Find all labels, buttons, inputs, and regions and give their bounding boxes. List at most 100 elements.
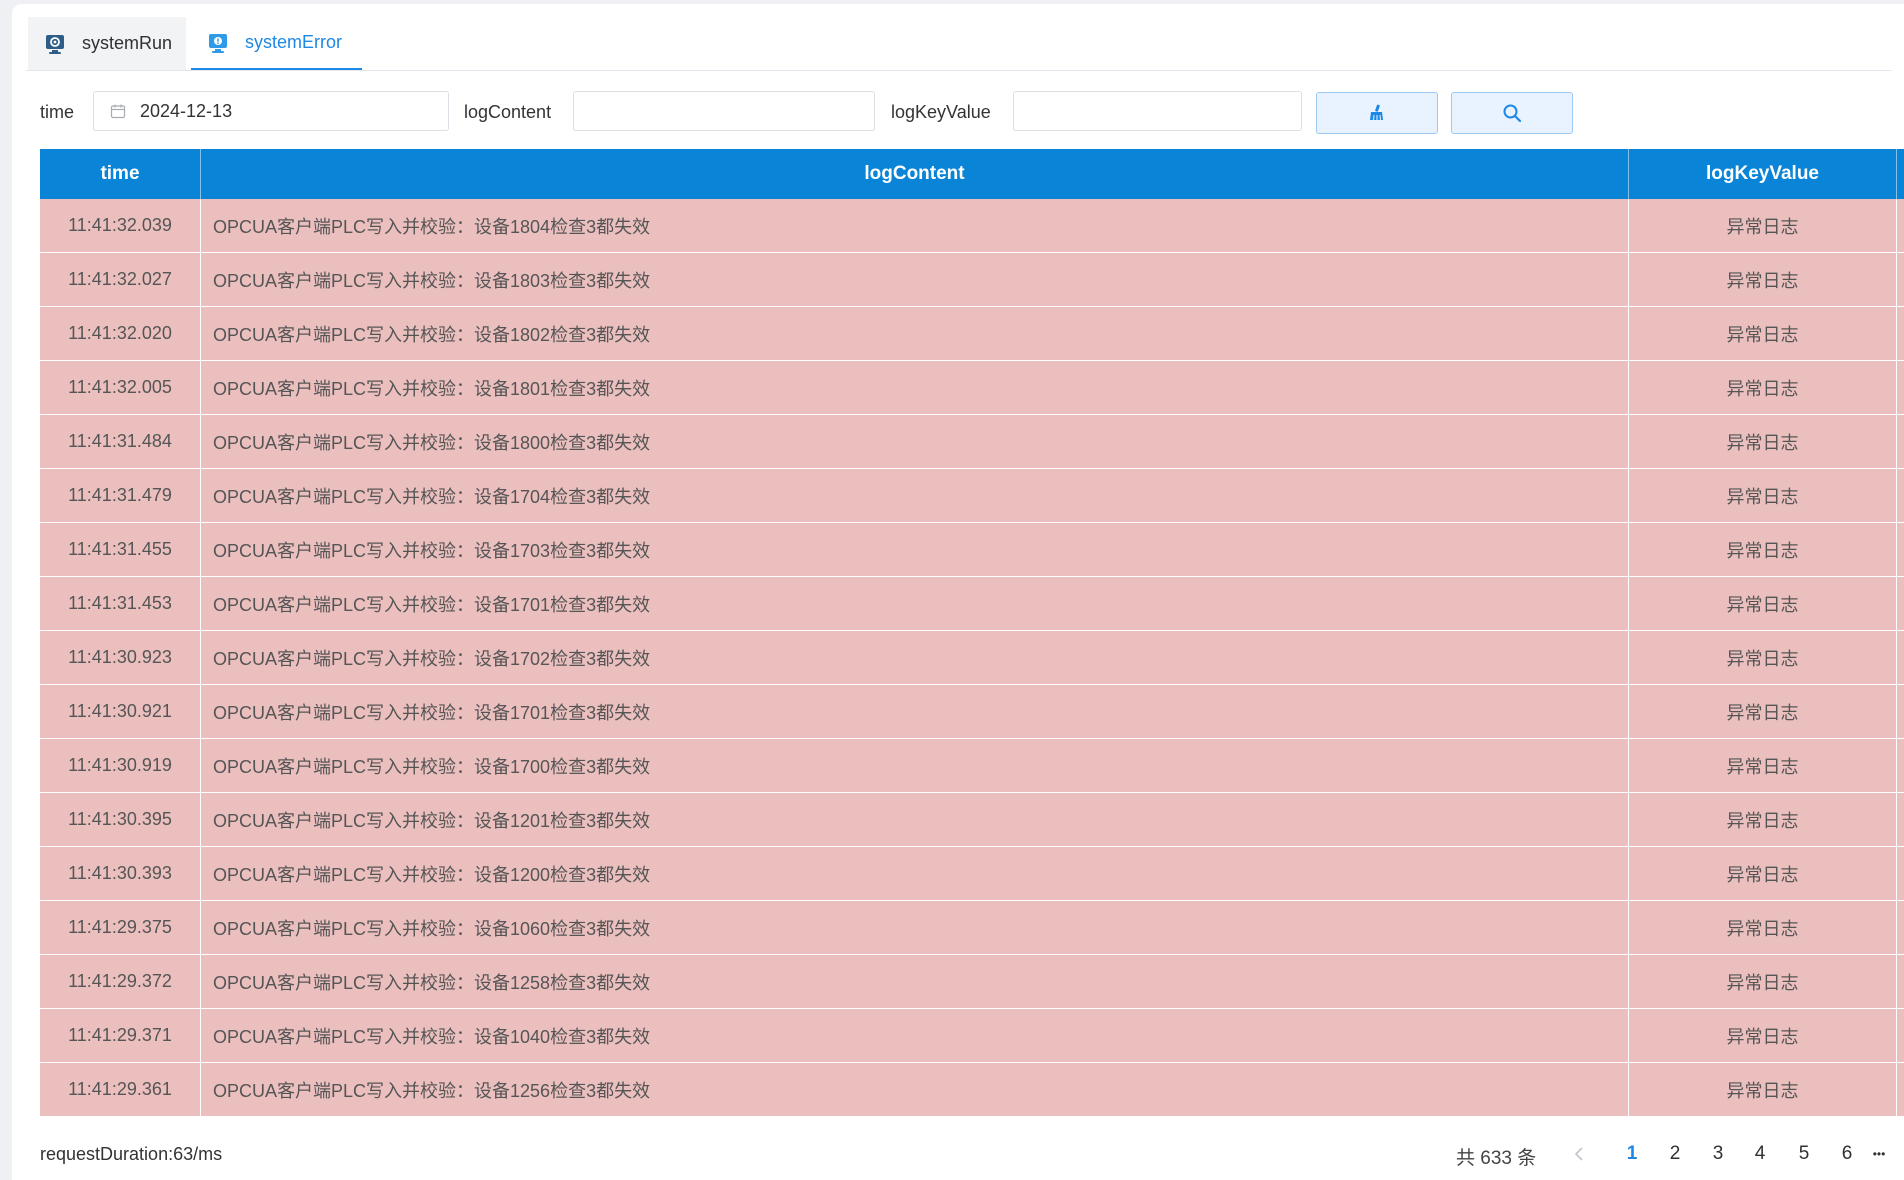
cell-log-content: OPCUA客户端PLC写入并校验：设备1040检查3都失效 [201,1009,1629,1062]
table-row[interactable]: 11:41:30.393 OPCUA客户端PLC写入并校验：设备1200检查3都失… [40,847,1904,901]
page-2-button[interactable]: 2 [1660,1140,1690,1168]
table-header: time logContent logKeyValue [40,149,1904,199]
tab-system-error[interactable]: systemError [191,17,362,70]
cell-log-content: OPCUA客户端PLC写入并校验：设备1700检查3都失效 [201,739,1629,792]
cell-log-key-value: 异常日志 [1629,199,1897,252]
table-row[interactable]: 11:41:31.455 OPCUA客户端PLC写入并校验：设备1703检查3都失… [40,523,1904,577]
table-row[interactable]: 11:41:31.453 OPCUA客户端PLC写入并校验：设备1701检查3都失… [40,577,1904,631]
table-body: 11:41:32.039 OPCUA客户端PLC写入并校验：设备1804检查3都失… [40,199,1904,1117]
cell-log-key-value: 异常日志 [1629,955,1897,1008]
table-row[interactable]: 11:41:32.027 OPCUA客户端PLC写入并校验：设备1803检查3都失… [40,253,1904,307]
tab-system-run[interactable]: systemRun [28,17,186,70]
cell-time: 11:41:29.372 [40,955,201,1008]
alert-monitor-icon [209,33,227,53]
date-value: 2024-12-13 [140,100,233,121]
cell-time: 11:41:30.919 [40,739,201,792]
cell-log-key-value: 异常日志 [1629,685,1897,738]
table-row[interactable]: 11:41:29.371 OPCUA客户端PLC写入并校验：设备1040检查3都失… [40,1009,1904,1063]
cell-log-content: OPCUA客户端PLC写入并校验：设备1803检查3都失效 [201,253,1629,306]
search-button[interactable] [1451,92,1573,134]
table-row[interactable]: 11:41:29.372 OPCUA客户端PLC写入并校验：设备1258检查3都失… [40,955,1904,1009]
cell-time: 11:41:30.393 [40,847,201,900]
cell-log-content: OPCUA客户端PLC写入并校验：设备1701检查3都失效 [201,685,1629,738]
cell-log-key-value: 异常日志 [1629,847,1897,900]
table-row[interactable]: 11:41:32.020 OPCUA客户端PLC写入并校验：设备1802检查3都失… [40,307,1904,361]
cell-time: 11:41:30.921 [40,685,201,738]
cell-time: 11:41:29.371 [40,1009,201,1062]
cell-log-content: OPCUA客户端PLC写入并校验：设备1201检查3都失效 [201,793,1629,846]
cell-log-content: OPCUA客户端PLC写入并校验：设备1801检查3都失效 [201,361,1629,414]
cell-log-content: OPCUA客户端PLC写入并校验：设备1200检查3都失效 [201,847,1629,900]
cell-log-content: OPCUA客户端PLC写入并校验：设备1701检查3都失效 [201,577,1629,630]
tab-system-run-label: systemRun [82,33,173,53]
cell-time: 11:41:32.005 [40,361,201,414]
page-3-button[interactable]: 3 [1703,1140,1733,1168]
cell-log-content: OPCUA客户端PLC写入并校验：设备1256检查3都失效 [201,1063,1629,1116]
cell-log-content: OPCUA客户端PLC写入并校验：设备1258检查3都失效 [201,955,1629,1008]
cell-time: 11:41:32.027 [40,253,201,306]
tab-bar: systemRun systemError [26,12,1892,71]
tab-system-error-label: systemError [245,32,343,52]
table-row[interactable]: 11:41:32.005 OPCUA客户端PLC写入并校验：设备1801检查3都失… [40,361,1904,415]
page-4-button[interactable]: 4 [1745,1140,1775,1168]
cell-log-key-value: 异常日志 [1629,469,1897,522]
date-picker[interactable]: 2024-12-13 [93,91,449,131]
page-6-button[interactable]: 6 [1832,1140,1862,1168]
gear-monitor-icon [46,34,64,54]
cell-log-key-value: 异常日志 [1629,1063,1897,1116]
log-key-value-input[interactable] [1013,91,1302,131]
cell-log-key-value: 异常日志 [1629,1009,1897,1062]
request-duration: requestDuration:63/ms [40,1144,223,1164]
cell-log-key-value: 异常日志 [1629,901,1897,954]
table-row[interactable]: 11:41:31.484 OPCUA客户端PLC写入并校验：设备1800检查3都失… [40,415,1904,469]
cell-log-key-value: 异常日志 [1629,523,1897,576]
page-1-button[interactable]: 1 [1617,1140,1647,1168]
cell-log-content: OPCUA客户端PLC写入并校验：设备1802检查3都失效 [201,307,1629,360]
page-5-button[interactable]: 5 [1789,1140,1819,1168]
log-table: time logContent logKeyValue 11:41:32.039… [40,149,1904,1117]
cell-time: 11:41:30.395 [40,793,201,846]
search-icon [1503,104,1522,123]
prev-page-icon[interactable] [1572,1146,1588,1162]
cell-log-content: OPCUA客户端PLC写入并校验：设备1702检查3都失效 [201,631,1629,684]
cell-log-content: OPCUA客户端PLC写入并校验：设备1060检查3都失效 [201,901,1629,954]
cell-log-key-value: 异常日志 [1629,793,1897,846]
cell-time: 11:41:31.455 [40,523,201,576]
cell-time: 11:41:29.375 [40,901,201,954]
clear-button[interactable] [1316,92,1438,134]
header-log-key-value[interactable]: logKeyValue [1629,149,1897,199]
more-pages-button[interactable]: ••• [1864,1140,1894,1168]
total-count: 共 633 条 [1456,1148,1537,1169]
cell-time: 11:41:31.453 [40,577,201,630]
log-content-input[interactable] [573,91,875,131]
header-log-content[interactable]: logContent [201,149,1629,199]
header-time[interactable]: time [40,149,201,199]
table-row[interactable]: 11:41:30.923 OPCUA客户端PLC写入并校验：设备1702检查3都失… [40,631,1904,685]
table-row[interactable]: 11:41:30.395 OPCUA客户端PLC写入并校验：设备1201检查3都失… [40,793,1904,847]
log-key-value-label: logKeyValue [891,102,991,122]
cell-log-key-value: 异常日志 [1629,577,1897,630]
time-label: time [40,102,75,122]
table-row[interactable]: 11:41:30.921 OPCUA客户端PLC写入并校验：设备1701检查3都失… [40,685,1904,739]
cell-log-content: OPCUA客户端PLC写入并校验：设备1800检查3都失效 [201,415,1629,468]
table-row[interactable]: 11:41:32.039 OPCUA客户端PLC写入并校验：设备1804检查3都失… [40,199,1904,253]
table-row[interactable]: 11:41:29.375 OPCUA客户端PLC写入并校验：设备1060检查3都失… [40,901,1904,955]
cell-log-content: OPCUA客户端PLC写入并校验：设备1704检查3都失效 [201,469,1629,522]
table-row[interactable]: 11:41:30.919 OPCUA客户端PLC写入并校验：设备1700检查3都失… [40,739,1904,793]
cell-time: 11:41:31.479 [40,469,201,522]
cell-log-key-value: 异常日志 [1629,415,1897,468]
cell-time: 11:41:30.923 [40,631,201,684]
cell-log-content: OPCUA客户端PLC写入并校验：设备1804检查3都失效 [201,199,1629,252]
cell-time: 11:41:29.361 [40,1063,201,1116]
cell-log-key-value: 异常日志 [1629,361,1897,414]
cell-log-key-value: 异常日志 [1629,253,1897,306]
cell-log-key-value: 异常日志 [1629,307,1897,360]
table-row[interactable]: 11:41:29.361 OPCUA客户端PLC写入并校验：设备1256检查3都失… [40,1063,1904,1117]
log-content-label: logContent [464,102,552,122]
cell-log-key-value: 异常日志 [1629,739,1897,792]
cell-log-key-value: 异常日志 [1629,631,1897,684]
cell-time: 11:41:32.020 [40,307,201,360]
cell-time: 11:41:31.484 [40,415,201,468]
table-row[interactable]: 11:41:31.479 OPCUA客户端PLC写入并校验：设备1704检查3都失… [40,469,1904,523]
broom-icon [1370,104,1383,121]
